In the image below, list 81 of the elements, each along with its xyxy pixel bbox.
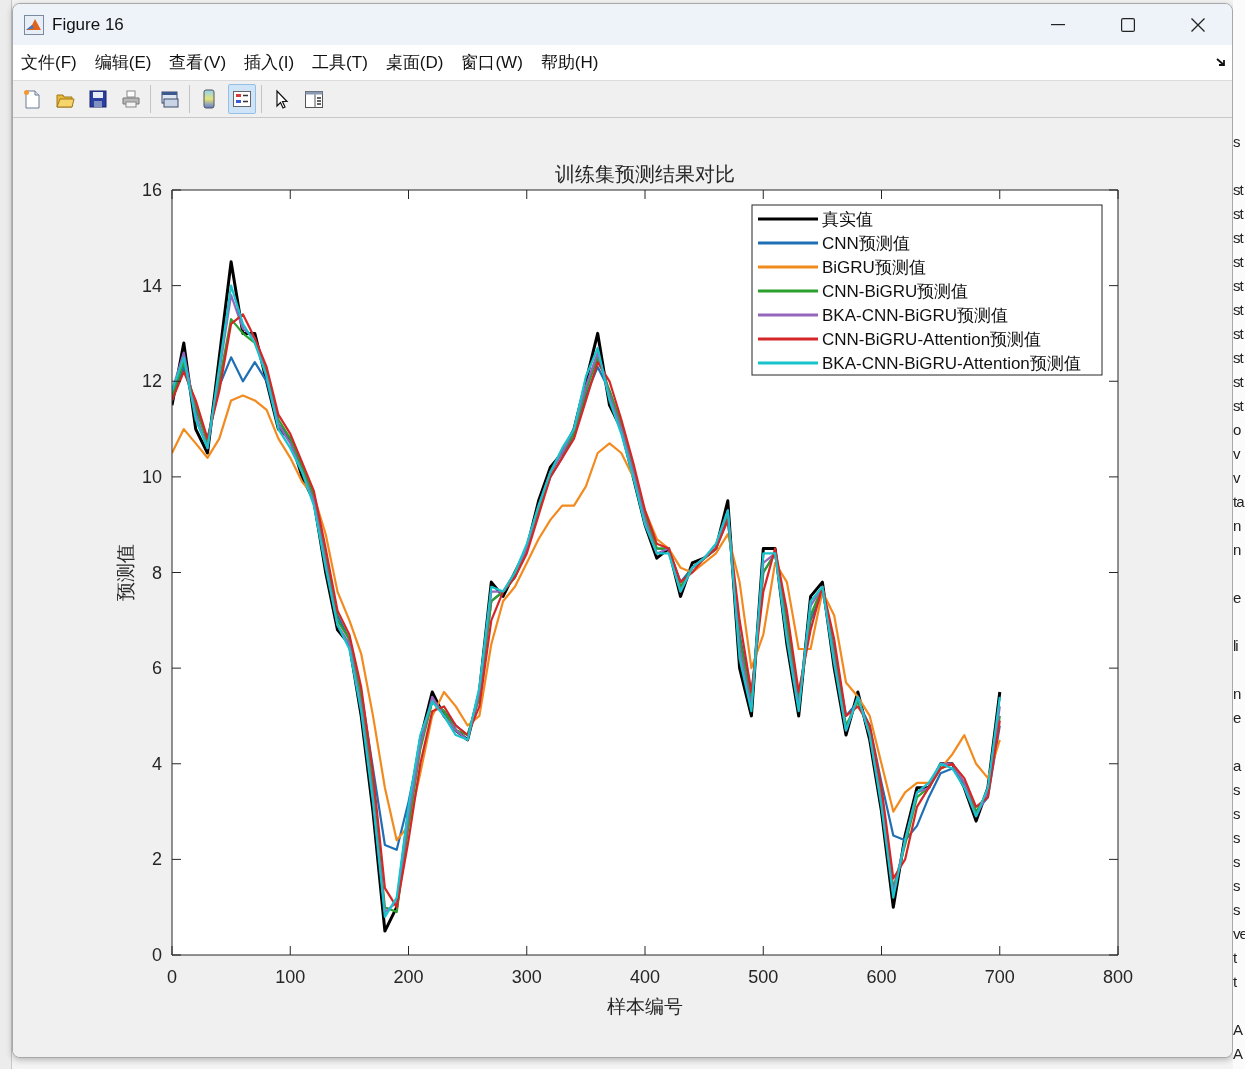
background-text: st <box>1233 252 1245 272</box>
background-text: n <box>1233 684 1242 704</box>
legend-button[interactable] <box>228 84 256 114</box>
y-tick-label: 12 <box>141 371 162 392</box>
x-axis-label: 样本编号 <box>607 996 683 1017</box>
background-text: v <box>1233 468 1241 488</box>
app-icon <box>24 14 44 35</box>
menu-item[interactable]: 帮助(H) <box>540 51 599 74</box>
menu-item[interactable]: 窗口(W) <box>461 51 523 74</box>
background-text: st <box>1233 300 1245 320</box>
background-text: li <box>1233 636 1239 656</box>
background-text: o <box>1233 420 1242 440</box>
background-text: ta <box>1233 492 1245 512</box>
y-tick-label: 0 <box>152 945 162 965</box>
background-text: t <box>1233 972 1238 992</box>
y-tick-label: 6 <box>152 658 162 679</box>
background-text: v <box>1233 444 1241 464</box>
chart-title: 训练集预测结果对比 <box>555 163 735 185</box>
y-axis-label: 预测值 <box>115 544 136 601</box>
legend-label: BKA-CNN-BiGRU预测值 <box>822 306 1009 325</box>
window-title: Figure 16 <box>52 14 124 35</box>
menu-item[interactable]: 查看(V) <box>169 51 227 74</box>
menu-item[interactable]: 插入(I) <box>244 51 295 74</box>
legend-label: CNN-BiGRU-Attention预测值 <box>822 330 1042 349</box>
x-tick-label: 500 <box>748 967 779 987</box>
y-tick-label: 16 <box>141 180 162 200</box>
x-tick-label: 400 <box>630 967 660 987</box>
background-text: e <box>1233 588 1242 608</box>
legend-label: CNN预测值 <box>822 234 910 253</box>
close-icon[interactable] <box>1191 17 1205 32</box>
background-text: st <box>1233 324 1245 344</box>
background-text: s <box>1233 780 1241 800</box>
y-tick-label: 10 <box>141 466 162 487</box>
legend-label: 真实值 <box>822 210 873 229</box>
background-text: st <box>1233 396 1245 416</box>
background-text: n <box>1233 516 1242 536</box>
background-text: st <box>1233 372 1245 392</box>
maximize-icon[interactable] <box>1121 17 1135 32</box>
background-text: A <box>1233 1044 1244 1064</box>
background-text: s <box>1233 132 1241 152</box>
property-panel-icon <box>304 89 324 109</box>
dock-arrow-icon[interactable] <box>1216 58 1226 67</box>
linked-windows-icon <box>160 89 180 109</box>
background-text: e <box>1233 708 1242 728</box>
printer-icon <box>121 89 141 109</box>
x-tick-label: 300 <box>511 967 542 987</box>
y-tick-label: 14 <box>141 275 162 296</box>
x-tick-label: 0 <box>167 967 177 987</box>
background-text: s <box>1233 828 1241 848</box>
background-text: s <box>1233 876 1241 896</box>
legend-label: BKA-CNN-BiGRU-Attention预测值 <box>822 354 1081 373</box>
menu-item[interactable]: 文件(F) <box>21 51 77 74</box>
background-text: st <box>1233 228 1245 248</box>
x-tick-label: 200 <box>393 967 424 987</box>
y-tick-label: 4 <box>152 753 162 774</box>
save-icon <box>88 89 108 109</box>
minimize-icon[interactable] <box>1051 23 1065 26</box>
legend-label: BiGRU预测值 <box>822 258 926 277</box>
background-text: st <box>1233 180 1245 200</box>
menu-item[interactable]: 桌面(D) <box>385 51 444 74</box>
background-text: n <box>1233 540 1242 560</box>
legend-label: CNN-BiGRU预测值 <box>822 282 969 301</box>
legend-icon <box>232 89 252 109</box>
y-tick-label: 8 <box>152 562 162 583</box>
x-tick-label: 600 <box>866 967 897 987</box>
background-text: st <box>1233 348 1245 368</box>
menu-item[interactable]: 编辑(E) <box>94 51 152 74</box>
background-text: t <box>1233 948 1238 968</box>
background-text: A <box>1233 1020 1244 1040</box>
background-text: a <box>1233 756 1242 776</box>
background-text: s <box>1233 804 1241 824</box>
background-text: st <box>1233 276 1245 296</box>
background-text: s <box>1233 852 1241 872</box>
x-tick-label: 800 <box>1103 967 1133 987</box>
x-tick-label: 100 <box>275 967 306 987</box>
menu-item[interactable]: 工具(T) <box>312 51 368 74</box>
background-text: s <box>1233 900 1241 920</box>
background-text: st <box>1233 204 1245 224</box>
y-tick-label: 2 <box>152 849 162 870</box>
x-tick-label: 700 <box>984 967 1015 987</box>
new-file-icon <box>22 89 42 109</box>
